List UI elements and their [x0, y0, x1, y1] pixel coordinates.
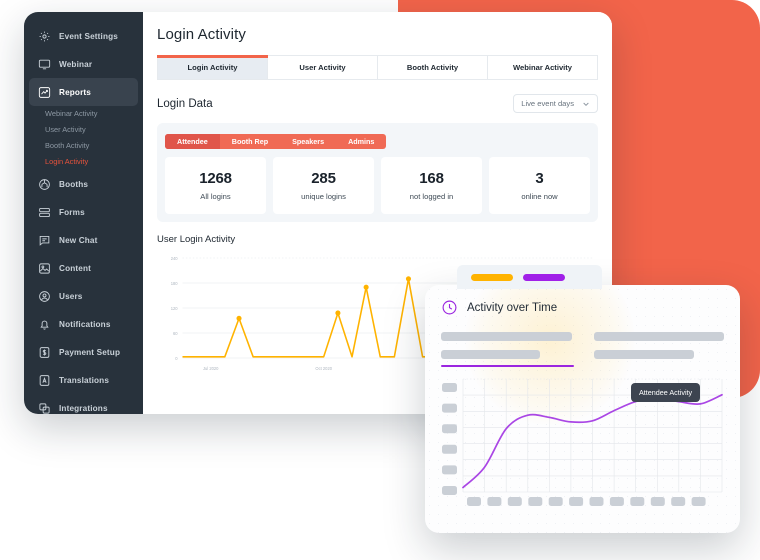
- svg-text:0: 0: [175, 356, 178, 361]
- purple-underline: [441, 365, 574, 367]
- sidebar-item-notifications[interactable]: Notifications: [29, 310, 138, 338]
- sidebar-item-label: Notifications: [59, 319, 111, 329]
- section-header: Login Data Live event days: [157, 94, 598, 113]
- sidebar-item-integrations[interactable]: Integrations: [29, 394, 138, 414]
- sidebar-subitem-booth-activity[interactable]: Booth Activity: [29, 138, 138, 154]
- sidebar-item-users[interactable]: Users: [29, 282, 138, 310]
- svg-text:120: 120: [171, 306, 179, 311]
- sidebar-subitem-user-activity[interactable]: User Activity: [29, 122, 138, 138]
- forms-icon: [38, 206, 51, 219]
- stat-card-list: 1268 All logins 285 unique logins 168 no…: [165, 157, 590, 214]
- sidebar-item-label: New Chat: [59, 235, 98, 245]
- sidebar-item-label: Translations: [59, 375, 110, 385]
- stat-card-unique-logins: 285 unique logins: [273, 157, 374, 214]
- sidebar: Event Settings Webinar Reports Webinar A…: [24, 12, 143, 414]
- skeleton-bar: [593, 332, 724, 341]
- copy-squares-icon: [38, 402, 51, 415]
- sidebar-item-forms[interactable]: Forms: [29, 198, 138, 226]
- sidebar-item-booths[interactable]: Booths: [29, 170, 138, 198]
- skeleton-placeholder-group: [441, 332, 724, 359]
- skeleton-bar: [441, 332, 572, 341]
- svg-text:180: 180: [171, 281, 179, 286]
- clock-icon: [441, 299, 458, 316]
- segment-admins[interactable]: Admins: [336, 134, 386, 149]
- card-title: Activity over Time: [467, 301, 558, 314]
- tab-webinar-activity[interactable]: Webinar Activity: [488, 55, 598, 80]
- tab-user-activity[interactable]: User Activity: [268, 55, 378, 80]
- select-value: Live event days: [521, 99, 574, 108]
- stat-value: 285: [311, 170, 336, 187]
- dollar-square-icon: [38, 346, 51, 359]
- sidebar-item-label: Integrations: [59, 403, 108, 413]
- screenshot-root: Event Settings Webinar Reports Webinar A…: [0, 0, 760, 560]
- chart-legend-pills: [457, 265, 602, 289]
- tab-bar: Login Activity User Activity Booth Activ…: [157, 55, 598, 80]
- svg-text:60: 60: [173, 331, 178, 336]
- chat-bubble-icon: [38, 234, 51, 247]
- image-icon: [38, 262, 51, 275]
- chart-tooltip: Attendee Activity: [631, 383, 701, 402]
- bell-icon: [38, 318, 51, 331]
- tab-booth-activity[interactable]: Booth Activity: [378, 55, 488, 80]
- stat-card-all-logins: 1268 All logins: [165, 157, 266, 214]
- page-title: Login Activity: [157, 26, 246, 43]
- user-circle-icon: [38, 290, 51, 303]
- skeleton-bar: [593, 350, 694, 359]
- amber-series-pill: [471, 273, 513, 281]
- monitor-icon: [38, 58, 51, 71]
- card-header: Activity over Time: [441, 299, 724, 316]
- stat-card-online-now: 3 online now: [489, 157, 590, 214]
- segment-booth-rep[interactable]: Booth Rep: [220, 134, 280, 149]
- cube-icon: [38, 178, 51, 191]
- sidebar-item-label: Users: [59, 291, 83, 301]
- stat-label: unique logins: [301, 192, 346, 201]
- sidebar-item-translations[interactable]: Translations: [29, 366, 138, 394]
- letter-a-square-icon: [38, 374, 51, 387]
- stats-panel: Attendee Booth Rep Speakers Admins 1268 …: [157, 123, 598, 222]
- login-chart-title: User Login Activity: [157, 234, 236, 245]
- sidebar-item-new-chat[interactable]: New Chat: [29, 226, 138, 254]
- svg-text:240: 240: [171, 256, 179, 261]
- sidebar-item-content[interactable]: Content: [29, 254, 138, 282]
- tab-login-activity[interactable]: Login Activity: [157, 55, 268, 80]
- sidebar-item-label: Reports: [59, 87, 91, 97]
- sidebar-subitem-webinar-activity[interactable]: Webinar Activity: [29, 106, 138, 122]
- sidebar-item-label: Webinar: [59, 59, 93, 69]
- purple-series-pill: [523, 273, 565, 281]
- stat-label: not logged in: [409, 192, 454, 201]
- sidebar-item-label: Booths: [59, 179, 89, 189]
- sidebar-item-label: Content: [59, 263, 91, 273]
- stat-card-not-logged-in: 168 not logged in: [381, 157, 482, 214]
- activity-over-time-card: Activity over Time Attendee Activity: [425, 285, 740, 533]
- sidebar-item-label: Forms: [59, 207, 85, 217]
- segment-attendee[interactable]: Attendee: [165, 134, 220, 149]
- stat-value: 1268: [199, 170, 232, 187]
- skeleton-bar: [441, 350, 541, 359]
- svg-text:Jul 2020: Jul 2020: [203, 366, 219, 371]
- sidebar-subitem-login-activity[interactable]: Login Activity: [29, 154, 138, 170]
- sidebar-item-event-settings[interactable]: Event Settings: [29, 22, 138, 50]
- stat-label: online now: [521, 192, 558, 201]
- section-title: Login Data: [157, 97, 213, 110]
- sidebar-item-payment-setup[interactable]: Payment Setup: [29, 338, 138, 366]
- chart-trend-icon: [38, 86, 51, 99]
- stat-label: All logins: [200, 192, 231, 201]
- chevron-down-icon: [582, 100, 590, 108]
- activity-line-chart[interactable]: Attendee Activity: [441, 377, 724, 510]
- sidebar-item-reports[interactable]: Reports: [29, 78, 138, 106]
- settings-gear-icon: [38, 30, 51, 43]
- sidebar-item-label: Event Settings: [59, 31, 118, 41]
- sidebar-item-webinar[interactable]: Webinar: [29, 50, 138, 78]
- segment-speakers[interactable]: Speakers: [280, 134, 336, 149]
- sidebar-item-label: Payment Setup: [59, 347, 121, 357]
- role-segmented-control: Attendee Booth Rep Speakers Admins: [165, 134, 387, 149]
- svg-text:Oct 2020: Oct 2020: [315, 366, 332, 371]
- live-event-days-select[interactable]: Live event days: [513, 94, 598, 113]
- stat-value: 3: [535, 170, 544, 187]
- stat-value: 168: [419, 170, 444, 187]
